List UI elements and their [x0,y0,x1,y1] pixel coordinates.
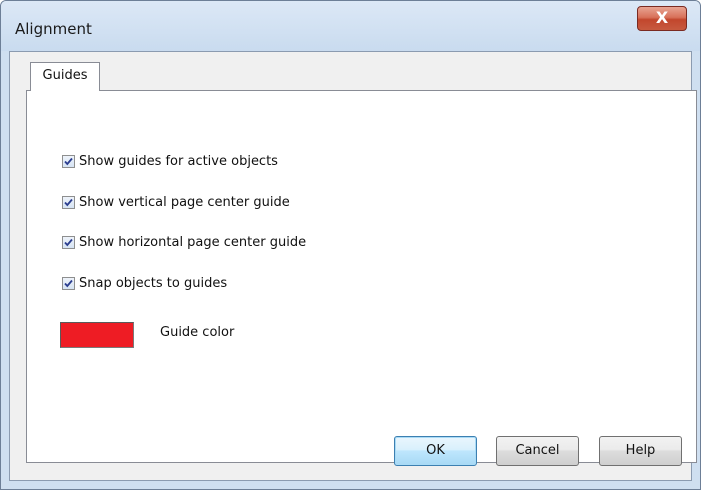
checkbox-snap-to-guides[interactable] [62,276,75,290]
checkbox-vertical-center-guide[interactable] [62,195,75,209]
close-icon: X [655,8,669,27]
checkbox-show-guides-active[interactable] [62,154,75,168]
close-button[interactable]: X [637,6,687,31]
option-snap-to-guides[interactable]: Snap objects to guides [62,273,227,293]
cancel-button[interactable]: Cancel [496,436,579,466]
title-bar[interactable]: Alignment X [1,1,700,51]
ok-button[interactable]: OK [394,436,477,466]
option-label: Show guides for active objects [79,153,278,169]
option-label: Show horizontal page center guide [79,234,307,250]
dialog-title: Alignment [15,20,92,38]
guide-color-label: Guide color [160,325,235,340]
tab-guides[interactable]: Guides [30,62,100,91]
alignment-dialog: Alignment X Guides Show guides for activ… [0,0,701,490]
checkmark-icon [64,279,73,287]
checkbox-horizontal-center-guide[interactable] [62,235,75,249]
guide-color-swatch[interactable] [60,322,134,348]
dialog-body: Guides Show guides for active objects Sh… [9,51,697,481]
option-show-guides-active[interactable]: Show guides for active objects [62,151,278,171]
option-vertical-center-guide[interactable]: Show vertical page center guide [62,192,290,212]
option-label: Show vertical page center guide [79,194,290,210]
checkmark-icon [64,238,73,246]
checkmark-icon [64,157,73,165]
help-button[interactable]: Help [599,436,682,466]
option-horizontal-center-guide[interactable]: Show horizontal page center guide [62,232,306,252]
option-label: Snap objects to guides [79,275,228,291]
guides-panel: Show guides for active objects Show vert… [26,90,697,463]
checkmark-icon [64,198,73,206]
